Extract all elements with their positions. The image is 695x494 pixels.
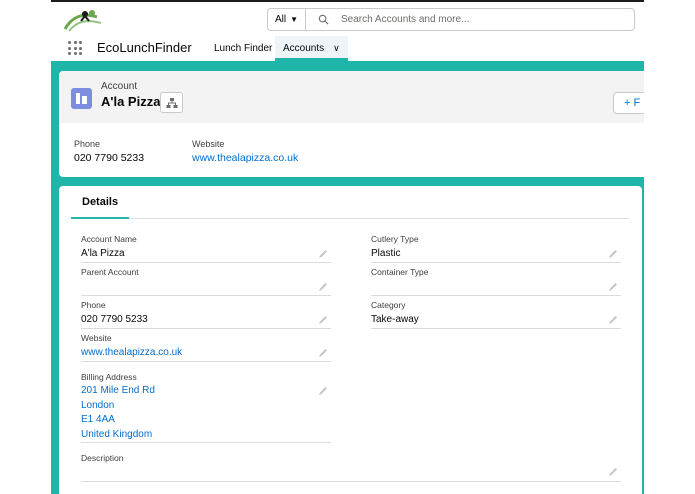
app-navigation: EcoLunchFinder Lunch Finder Accounts ∨ [51,36,644,61]
pencil-icon[interactable] [608,467,618,477]
details-card: Details Account Name A'la Pizza Parent A… [59,186,642,494]
pencil-icon[interactable] [318,348,328,358]
field-label: Description [81,453,124,463]
nav-item-lunch-finder[interactable]: Lunch Finder [214,43,272,54]
chevron-down-icon[interactable]: ∨ [333,43,340,53]
field-value[interactable]: 020 7790 5233 [81,313,148,328]
search-scope-dropdown[interactable]: All ▼ [268,9,306,30]
highlight-phone-value[interactable]: 020 7790 5233 [74,152,144,164]
field-description: Description [81,453,621,482]
address-country: United Kingdom [81,428,153,440]
field-website: Website www.thealapizza.co.uk [81,333,331,362]
address-city: London [81,399,115,411]
tab-details[interactable]: Details [71,196,130,219]
field-billing-address: Billing Address 201 Mile End Rd London E… [81,372,331,443]
field-value: Plastic [371,248,401,259]
field-label: Parent Account [81,267,139,277]
field-account-name: Account Name A'la Pizza [81,234,331,263]
nav-item-accounts[interactable]: Accounts ∨ [275,36,348,61]
field-phone: Phone 020 7790 5233 [81,300,331,329]
field-label: Container Type [371,267,429,277]
pencil-icon[interactable] [318,386,328,396]
highlight-website-label: Website [192,139,225,149]
field-value: A'la Pizza [81,248,125,259]
field-category: Category Take-away [371,300,621,329]
nav-item-accounts-label: Accounts [283,43,325,54]
pencil-icon[interactable] [608,315,618,325]
search-input[interactable]: Search Accounts and more... [306,9,634,30]
global-header: All ▼ Search Accounts and more... [51,0,644,36]
app-launcher-icon[interactable] [68,41,82,55]
account-icon [71,88,92,109]
caret-down-icon: ▼ [290,15,299,24]
pencil-icon[interactable] [318,315,328,325]
view-hierarchy-button[interactable] [160,92,183,113]
search-icon [318,14,329,25]
field-label: Billing Address [81,372,137,382]
search-placeholder: Search Accounts and more... [341,14,470,25]
pencil-icon[interactable] [318,282,328,292]
field-label: Website [81,333,112,343]
address-street: 201 Mile End Rd [81,385,155,396]
pencil-icon[interactable] [318,249,328,259]
hierarchy-icon [166,98,178,108]
field-label: Category [371,300,406,310]
pencil-icon[interactable] [608,249,618,259]
global-search: All ▼ Search Accounts and more... [267,8,635,31]
record-highlights: Account A'la Pizza + F Phone 020 7790 52… [59,71,644,177]
field-label: Phone [81,300,106,310]
logo-icon[interactable] [63,7,105,33]
field-cutlery-type: Cutlery Type Plastic [371,234,621,263]
field-container-type: Container Type [371,267,621,296]
address-postcode: E1 4AA [81,414,115,425]
field-value: Take-away [371,314,419,325]
pencil-icon[interactable] [608,282,618,292]
tab-bar: Details [71,186,629,219]
highlight-phone-label: Phone [74,139,101,149]
highlight-website-link[interactable]: www.thealapizza.co.uk [192,152,298,164]
field-parent-account: Parent Account [81,267,331,296]
field-value-link[interactable]: www.thealapizza.co.uk [81,346,182,361]
field-label: Account Name [81,234,137,244]
billing-address-link[interactable]: 201 Mile End Rd London E1 4AA United Kin… [81,384,155,442]
app-name: EcoLunchFinder [97,40,192,55]
field-label: Cutlery Type [371,234,419,244]
record-name: A'la Pizza [101,94,161,109]
object-label: Account [101,81,138,92]
search-scope-label: All [274,14,287,25]
follow-button[interactable]: + F [613,92,644,114]
